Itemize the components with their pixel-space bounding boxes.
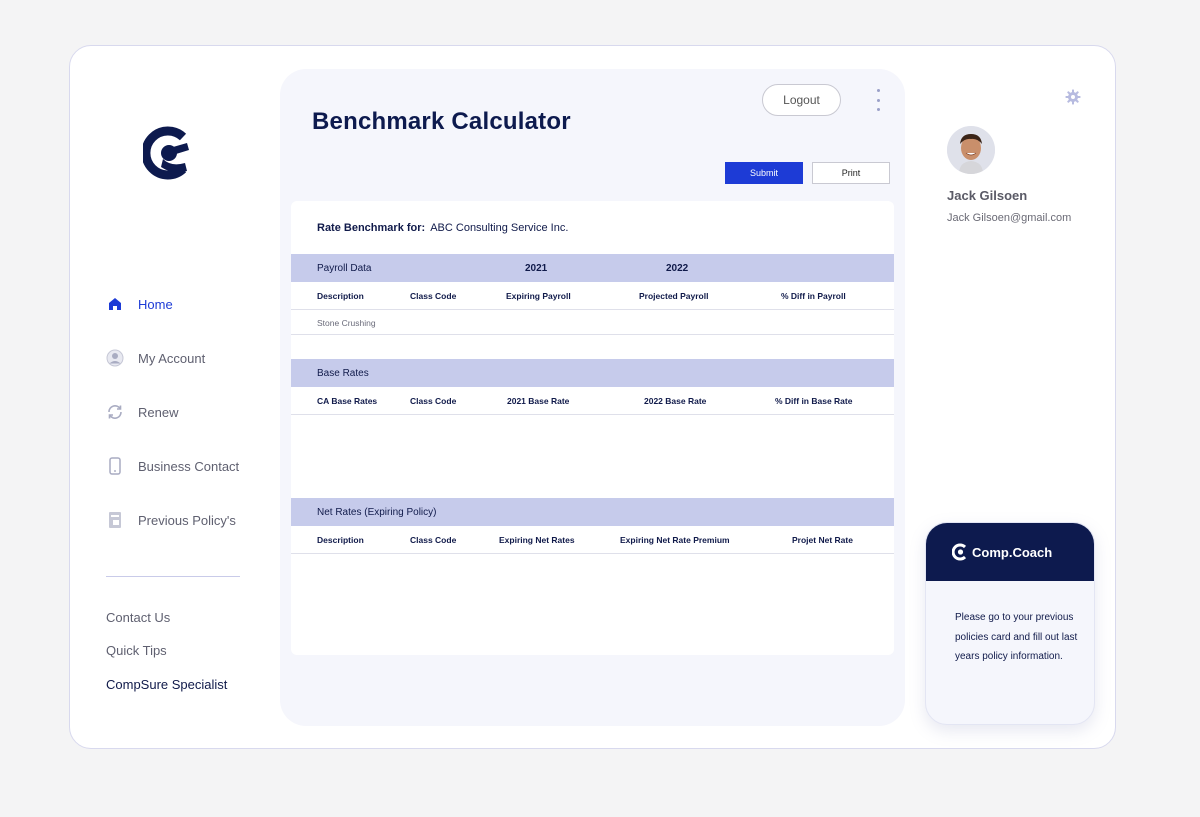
company-name: ABC Consulting Service Inc. <box>430 222 569 234</box>
row-description: Stone Crushing <box>317 317 376 328</box>
company-logo <box>143 126 189 180</box>
column-header: Class Code <box>410 291 457 301</box>
column-header: Class Code <box>410 396 457 406</box>
coach-message: Please go to your previous policies card… <box>955 612 1078 662</box>
coach-title: Comp.Coach <box>972 544 1053 560</box>
column-header: % Diff in Base Rate <box>775 396 853 406</box>
column-header: Expiring Payroll <box>506 291 571 301</box>
submit-button[interactable]: Submit <box>725 162 803 184</box>
more-options-icon[interactable] <box>872 89 884 111</box>
column-header: 2022 Base Rate <box>644 396 707 406</box>
user-icon <box>106 349 124 367</box>
document-icon <box>106 511 124 529</box>
column-header: Expiring Net Rates <box>499 535 575 545</box>
benchmark-card: Rate Benchmark for: ABC Consulting Servic… <box>291 201 894 655</box>
sidebar-item-label: Previous Policy's <box>138 512 236 528</box>
payroll-column-headers: Description Class Code Expiring Payroll … <box>291 282 894 310</box>
sidebar-item-renew[interactable]: Renew <box>106 401 178 423</box>
sidebar-divider <box>106 576 240 577</box>
user-name: Jack Gilsoen <box>947 188 1028 203</box>
net-rates-section-header: Net Rates (Expiring Policy) <box>291 498 894 526</box>
sidebar-item-previous-policies[interactable]: Previous Policy's <box>106 509 236 531</box>
compsure-specialist-link[interactable]: CompSure Specialist <box>106 677 227 692</box>
page-title: Benchmark Calculator <box>312 108 571 135</box>
column-header: % Diff in Payroll <box>781 291 846 301</box>
rate-benchmark-heading: Rate Benchmark for: ABC Consulting Servic… <box>317 222 568 234</box>
comp-coach-card: Comp.Coach Please go to your previous po… <box>925 522 1095 725</box>
print-button[interactable]: Print <box>812 162 890 184</box>
section-title: Payroll Data <box>317 262 372 274</box>
net-rates-column-headers: Description Class Code Expiring Net Rate… <box>291 526 894 554</box>
table-row[interactable]: Stone Crushing <box>291 310 894 335</box>
year-label: 2021 <box>525 262 548 274</box>
column-header: Projet Net Rate <box>792 535 853 545</box>
sidebar-item-business-contact[interactable]: Business Contact <box>106 455 239 477</box>
sidebar-item-label: Business Contact <box>138 458 240 474</box>
refresh-icon <box>106 403 124 421</box>
column-header: Description <box>317 291 364 301</box>
sidebar-item-label: Home <box>138 296 173 312</box>
coach-header: Comp.Coach <box>926 523 1094 581</box>
base-rates-column-headers: CA Base Rates Class Code 2021 Base Rate … <box>291 387 894 415</box>
quick-tips-link[interactable]: Quick Tips <box>106 643 167 658</box>
phone-icon <box>106 457 124 475</box>
sidebar-item-label: My Account <box>138 350 206 366</box>
avatar-photo <box>947 126 995 174</box>
section-title: Net Rates (Expiring Policy) <box>317 506 437 518</box>
sidebar-item-home[interactable]: Home <box>106 293 173 315</box>
avatar[interactable] <box>947 126 995 174</box>
sidebar-item-label: Renew <box>138 404 179 420</box>
rate-benchmark-label: Rate Benchmark for: <box>317 222 426 234</box>
column-header: Projected Payroll <box>639 291 709 301</box>
year-label: 2022 <box>666 262 689 274</box>
base-rates-section-header: Base Rates <box>291 359 894 387</box>
home-icon <box>106 295 124 313</box>
column-header: Expiring Net Rate Premium <box>620 535 730 545</box>
column-header: Class Code <box>410 535 457 545</box>
settings-gear-icon[interactable] <box>1065 89 1081 105</box>
payroll-section-header: Payroll Data 2021 2022 <box>291 254 894 282</box>
comp-coach-logo-icon <box>952 543 967 561</box>
contact-us-link[interactable]: Contact Us <box>106 610 170 625</box>
column-header: 2021 Base Rate <box>507 396 570 406</box>
column-header: CA Base Rates <box>317 396 378 406</box>
column-header: Description <box>317 535 364 545</box>
section-title: Base Rates <box>317 367 369 379</box>
user-email: Jack Gilsoen@gmail.com <box>947 212 1072 224</box>
logout-button[interactable]: Logout <box>762 84 841 116</box>
sidebar-item-my-account[interactable]: My Account <box>106 347 205 369</box>
